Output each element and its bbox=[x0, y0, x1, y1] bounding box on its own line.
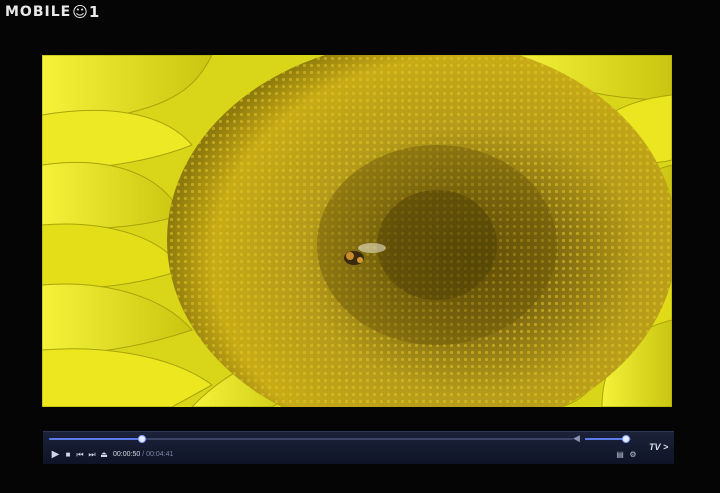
video-display[interactable] bbox=[42, 55, 672, 407]
eject-button[interactable]: ⏏ bbox=[98, 449, 110, 461]
time-separator: / bbox=[142, 451, 145, 458]
smiley-logo-icon: ☺1 bbox=[72, 3, 101, 21]
time-display: 00:00:50 / 00:04:41 bbox=[113, 450, 173, 460]
settings-gear-icon[interactable]: ⚙ bbox=[628, 449, 638, 461]
extra-controls: ▤ ⚙ bbox=[615, 449, 638, 461]
total-time: 00:04:41 bbox=[146, 451, 174, 458]
sunflower-frame bbox=[42, 55, 672, 407]
playlist-icon[interactable]: ▤ bbox=[615, 449, 625, 461]
play-button[interactable]: ▶ bbox=[49, 449, 62, 461]
next-button[interactable]: ⏭ bbox=[86, 449, 98, 461]
watermark-text: MOBILE bbox=[5, 4, 72, 20]
volume-level bbox=[585, 438, 627, 440]
volume-icon[interactable]: ◀ bbox=[573, 433, 580, 444]
volume-handle[interactable] bbox=[622, 435, 631, 443]
stop-button[interactable]: ■ bbox=[62, 449, 74, 461]
volume-slider[interactable] bbox=[585, 435, 631, 443]
current-time: 00:00:50 bbox=[113, 451, 141, 458]
chevron-right-icon: > bbox=[663, 442, 669, 452]
player-control-bar: ◀ TV > ▶ ■ ⏮ ⏭ ⏏ 00:00:50 / 00:04:41 ▤ ⚙ bbox=[43, 431, 674, 464]
seek-handle[interactable] bbox=[138, 435, 147, 443]
mobile01-watermark: MOBILE ☺1 bbox=[5, 3, 100, 21]
tv-label: TV bbox=[649, 442, 661, 452]
tv-output-button[interactable]: TV > bbox=[649, 442, 668, 452]
transport-controls: ▶ ■ ⏮ ⏭ ⏏ bbox=[49, 449, 110, 461]
seek-progress bbox=[49, 438, 143, 440]
previous-button[interactable]: ⏮ bbox=[74, 449, 86, 461]
seek-bar[interactable] bbox=[49, 435, 573, 443]
